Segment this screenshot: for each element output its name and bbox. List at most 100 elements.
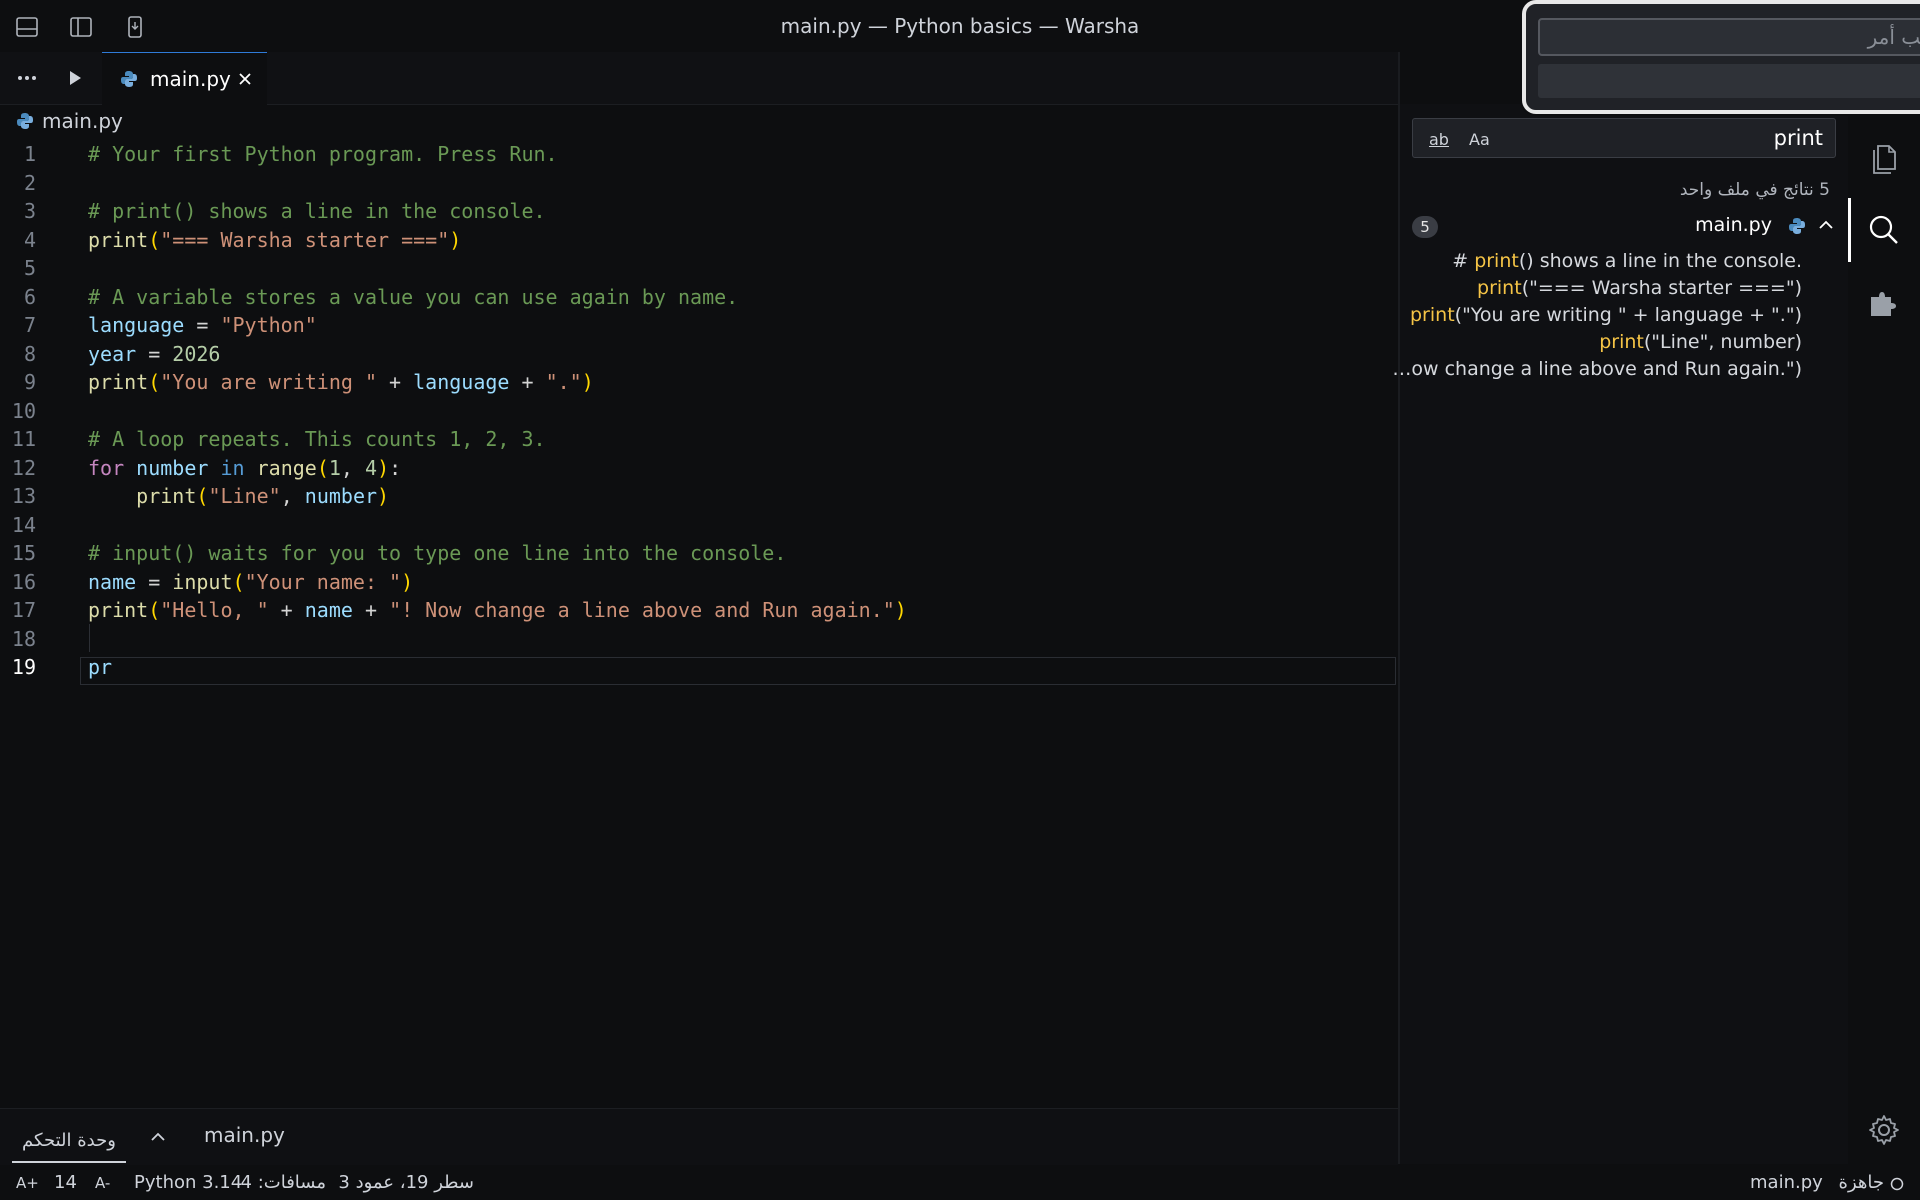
line-number: 6 xyxy=(23,284,36,309)
settings-gear-icon[interactable] xyxy=(1848,1098,1920,1162)
bottom-panel-bar: وحدة التحكم main.py xyxy=(0,1108,1398,1165)
breadcrumb-file[interactable]: main.py xyxy=(42,109,123,133)
tab-console[interactable]: وحدة التحكم xyxy=(12,1119,126,1163)
code-token: 1 xyxy=(328,455,341,480)
code-line[interactable]: 8 year = 2026 xyxy=(0,340,1398,369)
code-token: ( xyxy=(196,484,209,508)
line-number: 5 xyxy=(23,256,36,280)
code-token: print xyxy=(136,484,197,508)
code-text: year = 2026 xyxy=(88,340,220,369)
code-token: print xyxy=(88,598,149,622)
code-line[interactable]: 18 xyxy=(0,625,1398,654)
status-ready: جاهزة xyxy=(1838,1172,1884,1193)
editor-tab-bar: main.py xyxy=(0,52,1398,105)
code-editor[interactable]: 1 # Your first Python program. Press Run.… xyxy=(0,140,1398,1105)
code-line[interactable]: 4 print("=== Warsha starter ===") xyxy=(0,226,1398,255)
code-line[interactable]: 17 print("Hello, " + name + "! Now change… xyxy=(0,596,1398,625)
code-token: ( xyxy=(148,370,161,394)
extensions-icon[interactable] xyxy=(1848,270,1920,334)
search-result-item[interactable]: # print() shows a line in the console. xyxy=(1452,250,1802,280)
code-line[interactable]: 10 xyxy=(0,397,1398,426)
match-case-toggle[interactable]: Aa xyxy=(1469,130,1490,149)
code-line[interactable]: 7 language = "Python" xyxy=(0,311,1398,340)
search-input[interactable]: print ab Aa xyxy=(1412,118,1836,158)
code-token: year xyxy=(88,341,137,366)
code-token: "=== Warsha starter ===" xyxy=(160,227,450,252)
code-line[interactable]: 6 # A variable stores a value you can use… xyxy=(0,283,1398,312)
code-line[interactable]: 19 pr xyxy=(0,653,1398,682)
code-token: = xyxy=(136,569,173,594)
code-token: print xyxy=(88,227,149,252)
code-token: pr xyxy=(88,655,113,679)
line-number: 7 xyxy=(23,313,36,337)
match-highlight: print xyxy=(1410,304,1455,326)
chevron-up-icon[interactable] xyxy=(1816,215,1836,235)
explorer-icon[interactable] xyxy=(1848,126,1920,190)
code-token: "Your name: " xyxy=(244,569,402,594)
search-result-item[interactable]: print("Line", number) xyxy=(1599,331,1802,361)
python-file-icon xyxy=(17,113,33,129)
cursor-position[interactable]: سطر 19، عمود 3 xyxy=(334,1172,474,1193)
code-token: range xyxy=(256,455,317,480)
close-tab-icon[interactable] xyxy=(233,67,257,91)
panel-file-label: main.py xyxy=(204,1123,285,1147)
result-file-name: main.py xyxy=(1695,214,1772,236)
line-number: 11 xyxy=(11,427,36,451)
more-actions-icon[interactable] xyxy=(10,61,44,95)
indentation-spaces[interactable]: مسافات: 4 xyxy=(241,1172,326,1193)
code-text: print("Hello, " + name + "! Now change a… xyxy=(88,596,907,625)
code-token: + xyxy=(268,598,305,622)
code-token: ( xyxy=(148,598,161,622)
line-number: 1 xyxy=(23,142,36,166)
command-result-row[interactable] xyxy=(1538,64,1920,98)
code-line[interactable]: 14 xyxy=(0,511,1398,540)
result-text: # xyxy=(1452,250,1475,272)
match-highlight: print xyxy=(1477,277,1522,299)
code-line[interactable]: 3 # print() shows a line in the console. xyxy=(0,197,1398,226)
code-text: # print() shows a line in the console. xyxy=(88,197,546,226)
code-line[interactable]: 1 # Your first Python program. Press Run. xyxy=(0,140,1398,169)
line-number: 14 xyxy=(11,512,36,537)
code-line[interactable]: 5 xyxy=(0,254,1398,283)
code-line[interactable]: 13 print("Line", number) xyxy=(0,482,1398,511)
font-increase-button[interactable]: A+ xyxy=(16,1174,39,1192)
code-token: ( xyxy=(232,569,245,594)
code-line[interactable]: 15 # input() waits for you to type one li… xyxy=(0,539,1398,568)
status-file: main.py xyxy=(1750,1172,1823,1193)
code-line[interactable]: 9 print("You are writing " + language + "… xyxy=(0,368,1398,397)
match-whole-word-toggle[interactable]: ab xyxy=(1429,130,1449,149)
search-result-item[interactable]: print("You are writing " + language + ".… xyxy=(1410,304,1802,334)
match-highlight: print xyxy=(1599,331,1644,353)
search-panel: print ab Aa 5 نتائج في ملف واحد main.py … xyxy=(1392,104,1848,1164)
code-token: ) xyxy=(894,598,907,622)
font-size-value: 14 xyxy=(54,1172,77,1193)
code-token: number xyxy=(304,484,378,508)
code-token: + xyxy=(377,370,414,394)
code-line[interactable]: 2 xyxy=(0,169,1398,198)
code-token: # Your first Python program. Press Run. xyxy=(88,142,558,166)
search-result-file[interactable]: main.py 5 xyxy=(1400,210,1848,242)
font-decrease-button[interactable]: A- xyxy=(95,1174,110,1192)
search-query: print xyxy=(1773,126,1823,150)
code-token: "." xyxy=(545,370,582,394)
code-line[interactable]: 16 name = input("Your name: ") xyxy=(0,568,1398,597)
code-line[interactable]: 11 # A loop repeats. This counts 1, 2, 3. xyxy=(0,425,1398,454)
tab-main-py[interactable]: main.py xyxy=(102,52,267,105)
search-result-item[interactable]: print("=== Warsha starter ===") xyxy=(1477,277,1802,307)
code-line[interactable]: 12 for number in range(1, 4): xyxy=(0,454,1398,483)
language-mode[interactable]: Python 3.14 xyxy=(134,1172,242,1193)
search-result-item[interactable]: …ow change a line above and Run again.") xyxy=(1392,358,1802,388)
chevron-up-icon[interactable] xyxy=(146,1125,170,1149)
command-input[interactable]: اكتب أمر xyxy=(1538,18,1920,56)
code-token: 2026 xyxy=(172,341,221,366)
search-icon[interactable] xyxy=(1848,198,1920,262)
run-button[interactable] xyxy=(58,61,92,95)
line-number: 9 xyxy=(23,370,36,394)
search-result-summary: 5 نتائج في ملف واحد xyxy=(1679,180,1830,200)
breadcrumb: main.py xyxy=(0,106,123,136)
line-number: 15 xyxy=(11,541,36,565)
code-token: , xyxy=(280,484,305,508)
code-token: ( xyxy=(148,227,161,252)
